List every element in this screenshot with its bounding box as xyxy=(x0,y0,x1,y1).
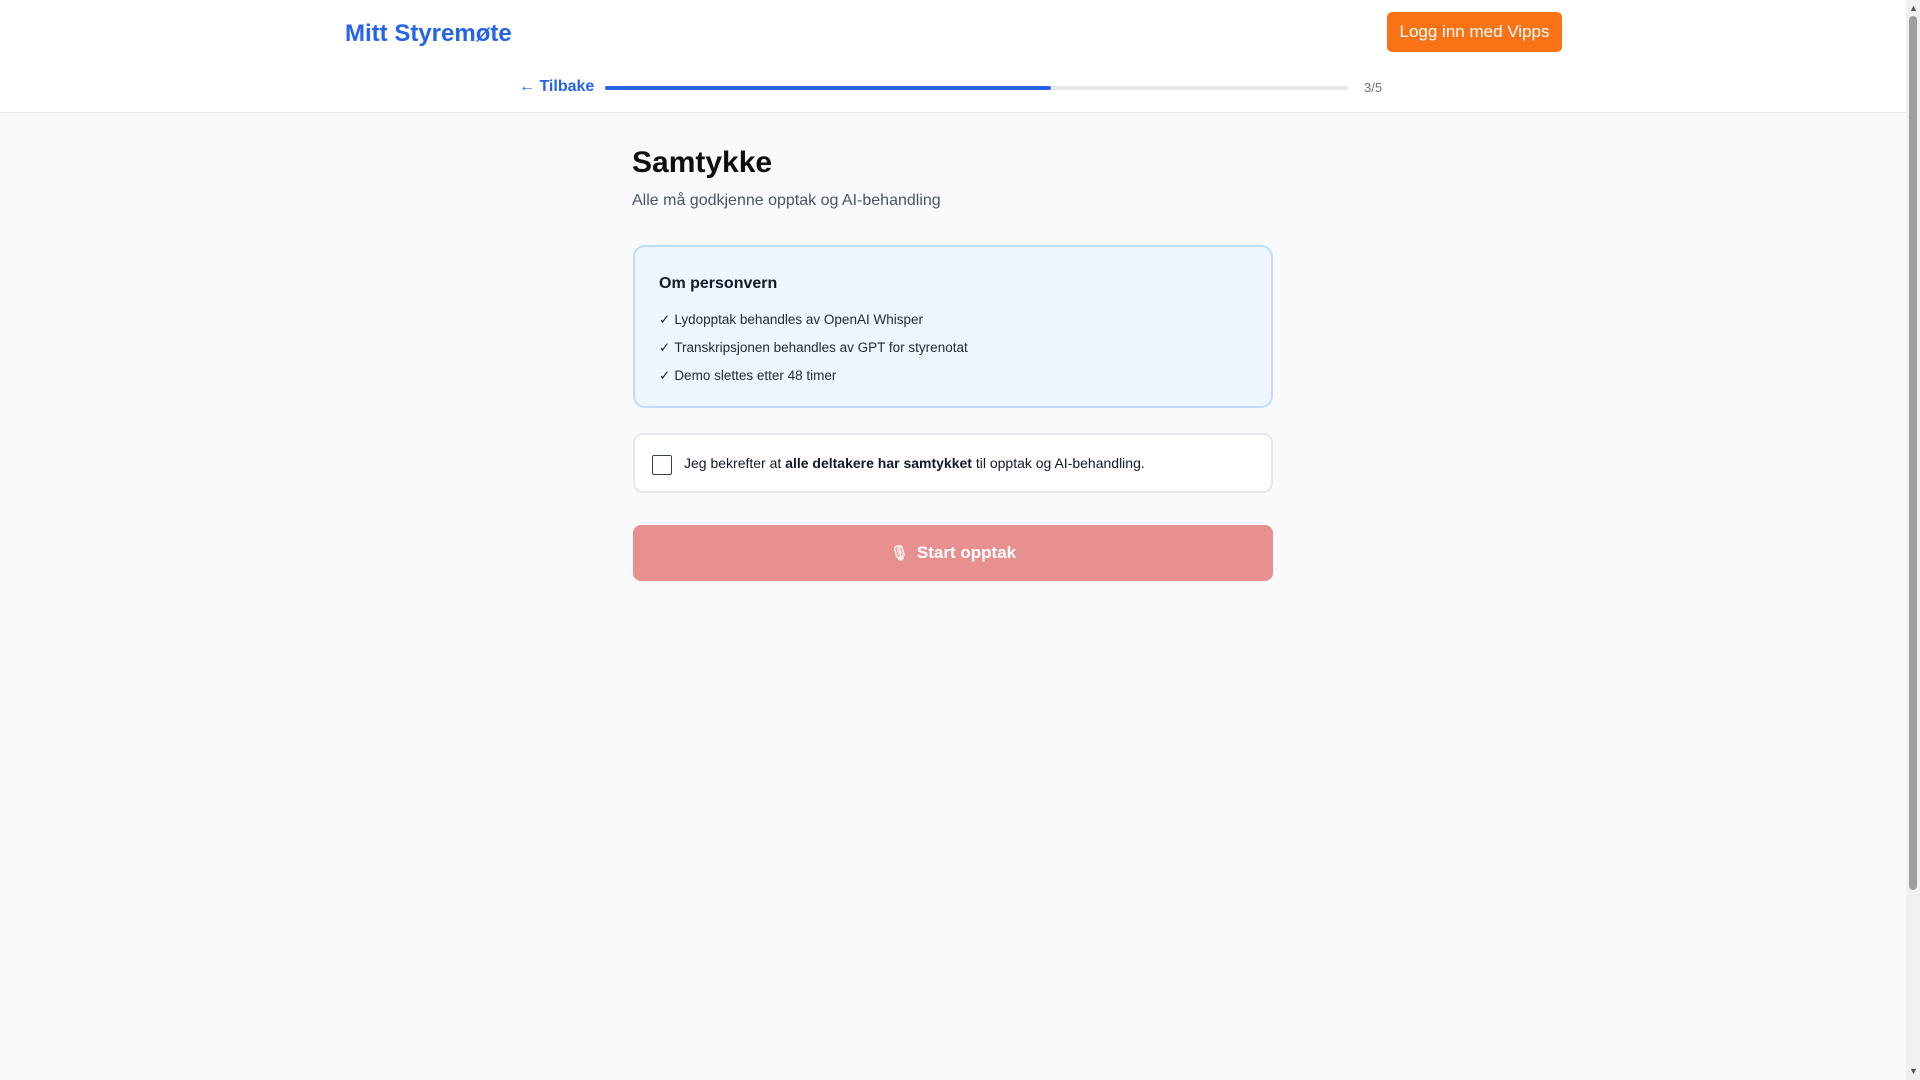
page-subtitle: Alle må godkjenne opptak og AI-behandlin… xyxy=(632,192,941,209)
vertical-scrollbar[interactable]: ▲ ▼ xyxy=(1906,0,1920,1080)
back-link[interactable]: ← Tilbake xyxy=(519,78,594,96)
privacy-item-text: Transkripsjonen behandles av GPT for sty… xyxy=(674,340,968,355)
step-counter: 3/5 xyxy=(1364,80,1383,95)
check-icon: ✓ xyxy=(659,312,671,327)
start-recording-button[interactable]: 🎙 Start opptak xyxy=(633,525,1273,581)
progress-bar xyxy=(605,86,1348,90)
scrollbar-thumb[interactable] xyxy=(1909,16,1917,890)
privacy-item-text: Lydopptak behandles av OpenAI Whisper xyxy=(674,312,923,327)
scroll-up-arrow-icon[interactable]: ▲ xyxy=(1909,3,1918,13)
progress-fill xyxy=(605,86,1051,90)
privacy-title: Om personvern xyxy=(659,275,778,292)
top-header: Mitt Styremøte Logg inn med Vipps ← Tilb… xyxy=(0,0,1906,113)
consent-label-bold: alle deltakere har samtykket xyxy=(785,455,972,471)
consent-label: Jeg bekrefter at alle deltakere har samt… xyxy=(684,455,1145,471)
scroll-down-arrow-icon[interactable]: ▼ xyxy=(1909,1066,1918,1076)
privacy-info-box: Om personvern ✓ Lydopptak behandles av O… xyxy=(633,245,1273,408)
app-logo[interactable]: Mitt Styremøte xyxy=(345,20,512,48)
consent-checkbox[interactable] xyxy=(652,455,672,475)
microphone-icon: 🎙 xyxy=(889,545,909,562)
list-item: ✓ Lydopptak behandles av OpenAI Whisper xyxy=(659,306,1247,334)
privacy-list: ✓ Lydopptak behandles av OpenAI Whisper … xyxy=(659,306,1247,390)
list-item: ✓ Transkripsjonen behandles av GPT for s… xyxy=(659,334,1247,362)
check-icon: ✓ xyxy=(659,340,671,355)
vipps-login-button[interactable]: Logg inn med Vipps xyxy=(1387,12,1562,52)
check-icon: ✓ xyxy=(659,368,671,383)
page-title: Samtykke xyxy=(632,146,773,179)
consent-checkbox-row[interactable]: Jeg bekrefter at alle deltakere har samt… xyxy=(633,433,1273,493)
list-item: ✓ Demo slettes etter 48 timer xyxy=(659,362,1247,390)
privacy-item-text: Demo slettes etter 48 timer xyxy=(674,368,837,383)
start-recording-label: Start opptak xyxy=(916,543,1017,562)
